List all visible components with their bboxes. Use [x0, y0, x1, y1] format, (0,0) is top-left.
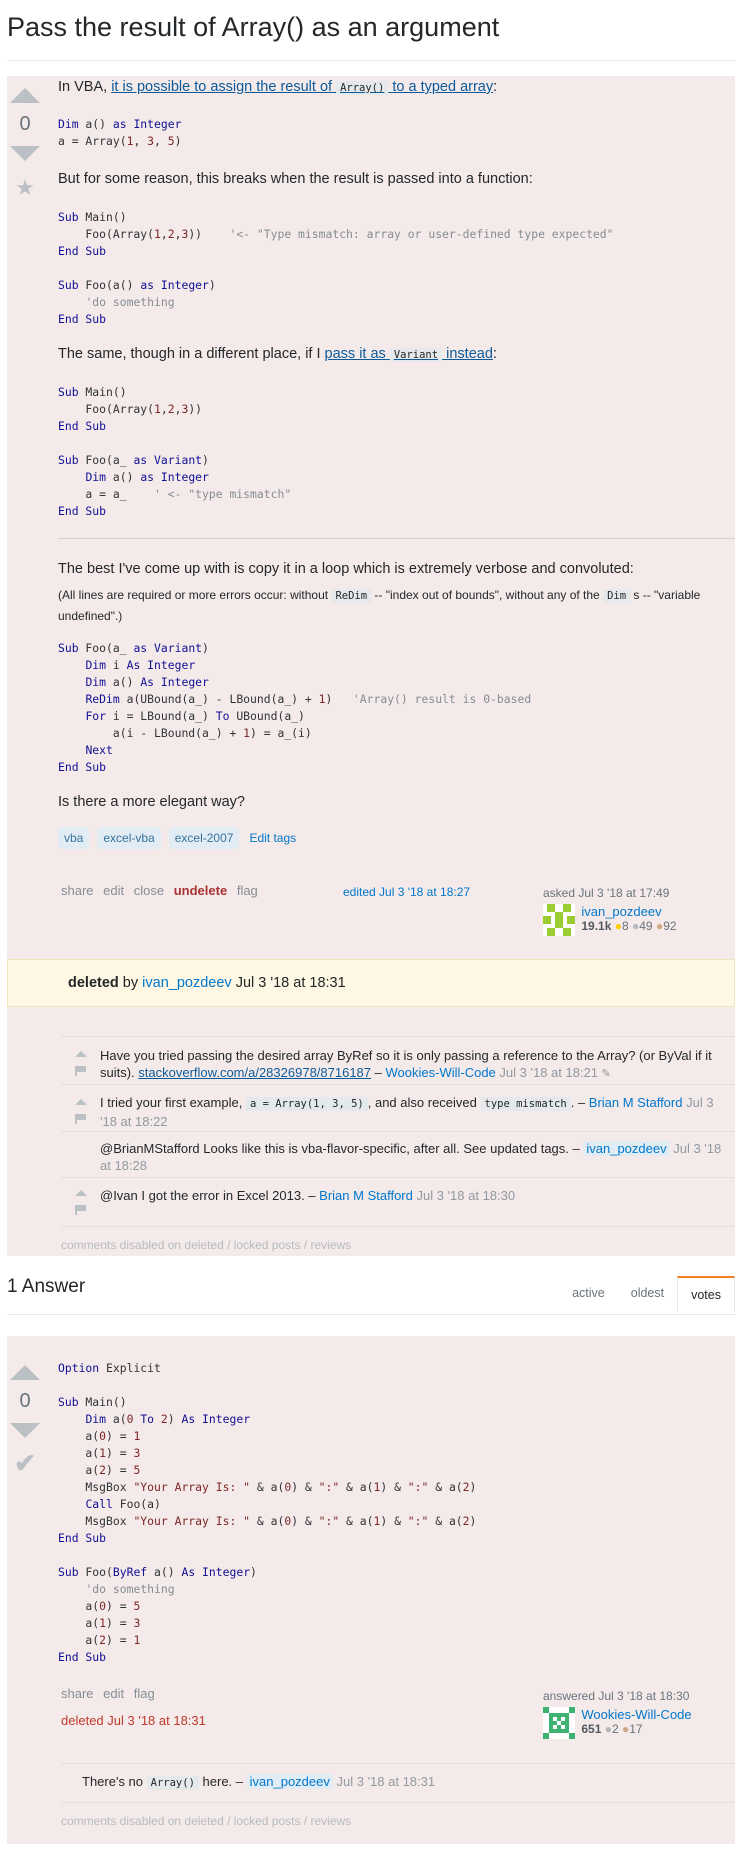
note-paragraph: (All lines are required or more errors o… — [58, 588, 701, 623]
code-block-2: Sub Main() Foo(Array(1,2,3)) '<- "Type m… — [58, 210, 614, 326]
gold-badge-icon: ● — [614, 919, 622, 933]
tag-vba[interactable]: vba — [58, 827, 90, 849]
downvote-icon[interactable] — [10, 1423, 40, 1438]
comment-upvote-icon[interactable] — [75, 1051, 87, 1057]
deleted-notice: deleted by ivan_pozdeev Jul 3 '18 at 18:… — [7, 959, 735, 1007]
close-link[interactable]: close — [134, 883, 164, 898]
share-link[interactable]: share — [61, 1686, 94, 1701]
tag-excel-2007[interactable]: excel-2007 — [168, 827, 240, 849]
owner-avatar[interactable] — [543, 1707, 575, 1739]
comment-1-date: Jul 3 '18 at 18:21 — [499, 1065, 599, 1080]
intro-paragraph: In VBA, it is possible to assign the res… — [58, 79, 498, 95]
vote-count: 0 — [19, 113, 31, 135]
owner-name[interactable]: ivan_pozdeev — [581, 904, 661, 919]
comment-1-user[interactable]: Wookies-Will-Code — [386, 1065, 496, 1080]
comments-disabled-notice: comments disabled on deleted / locked po… — [61, 1238, 352, 1252]
question-post-menu: share edit close undelete flag — [61, 883, 264, 898]
answers-divider — [7, 1314, 735, 1315]
variant-link[interactable]: pass it as Variant instead — [325, 346, 493, 362]
question-vote-cell: 0 ★ — [8, 88, 42, 201]
answer-deleted-time: deleted Jul 3 '18 at 18:31 — [61, 1713, 206, 1728]
code-block-3: Sub Main() Foo(Array(1,2,3)) End Sub Sub… — [58, 385, 292, 518]
paragraph-2: But for some reason, this breaks when th… — [58, 171, 533, 187]
code-block-4: Sub Foo(a_ as Variant) Dim i As Integer … — [58, 641, 532, 774]
owner-avatar[interactable] — [543, 904, 575, 936]
intro-link[interactable]: it is possible to assign the result of A… — [111, 79, 493, 95]
edit-pencil-icon[interactable]: ✎ — [602, 1068, 611, 1080]
answered-time: answered Jul 3 '18 at 18:30 — [543, 1689, 690, 1703]
undelete-link[interactable]: undelete — [174, 883, 227, 898]
deleted-by-user[interactable]: ivan_pozdeev — [142, 975, 232, 991]
comment-2-user[interactable]: Brian M Stafford — [589, 1095, 683, 1110]
comment-upvote-icon[interactable] — [75, 1190, 87, 1196]
downvote-icon[interactable] — [10, 146, 40, 161]
comment-3-user[interactable]: ivan_pozdeev — [583, 1141, 670, 1156]
paragraph-5: Is there a more elegant way? — [58, 794, 245, 810]
comment-flag-icon[interactable] — [75, 1114, 87, 1124]
code-block-1: Dim a() as Integer a = Array(1, 3, 5) — [58, 117, 182, 148]
comment-flag-icon[interactable] — [75, 1205, 87, 1215]
paragraph-4: The best I've come up with is copy it in… — [58, 561, 634, 577]
reputation: 651 — [581, 1722, 602, 1736]
upvote-icon[interactable] — [10, 1365, 40, 1380]
edited-link[interactable]: edited Jul 3 '18 at 18:27 — [343, 885, 470, 899]
comment-1: Have you tried passing the desired array… — [100, 1048, 712, 1080]
answer-comment-user[interactable]: ivan_pozdeev — [246, 1774, 333, 1789]
answer-comment-date: Jul 3 '18 at 18:31 — [336, 1774, 436, 1789]
question-title[interactable]: Pass the result of Array() as an argumen… — [7, 12, 499, 43]
paragraph-3: The same, though in a different place, i… — [58, 346, 497, 362]
variant-link-code: Variant — [389, 348, 443, 362]
edit-tags-link[interactable]: Edit tags — [247, 827, 298, 849]
comment-4-user[interactable]: Brian M Stafford — [319, 1188, 413, 1203]
answer-post-menu: share edit flag — [61, 1686, 161, 1701]
intro-link-code: Array() — [336, 81, 389, 95]
tag-list: vba excel-vba excel-2007 Edit tags — [58, 827, 298, 849]
intro-prefix: In VBA, — [58, 79, 108, 95]
flag-link[interactable]: flag — [237, 883, 258, 898]
tag-excel-vba[interactable]: excel-vba — [97, 827, 161, 849]
question-owner-card: asked Jul 3 '18 at 17:49 ivan_pozdeev 19… — [543, 886, 677, 936]
comment-1-actions — [75, 1051, 89, 1076]
comment-2: I tried your first example, a = Array(1,… — [100, 1095, 714, 1129]
answer-code-block: Option Explicit Sub Main() Dim a(0 To 2)… — [58, 1361, 477, 1664]
answer-vote-cell: 0 ✔ — [8, 1365, 42, 1479]
comment-4: @Ivan I got the error in Excel 2013. – B… — [100, 1188, 516, 1203]
comments-top-divider — [61, 1036, 735, 1037]
reputation: 19.1k — [581, 919, 612, 933]
upvote-icon[interactable] — [10, 88, 40, 103]
edit-link[interactable]: edit — [103, 883, 124, 898]
tab-votes[interactable]: votes — [677, 1276, 735, 1313]
edit-link[interactable]: edit — [103, 1686, 124, 1701]
comment-2-actions — [75, 1099, 89, 1124]
silver-badge-icon: ● — [604, 1722, 612, 1736]
question-inner-divider — [58, 538, 735, 539]
title-divider — [7, 60, 735, 61]
comment-3: @BrianMStafford Looks like this is vba-f… — [100, 1141, 722, 1173]
owner-name[interactable]: Wookies-Will-Code — [581, 1707, 691, 1722]
tab-active[interactable]: active — [559, 1276, 618, 1313]
comment-flag-icon[interactable] — [75, 1066, 87, 1076]
answer-comment: There's no Array() here. – ivan_pozdeev … — [82, 1774, 436, 1790]
favorite-star-icon[interactable]: ★ — [8, 175, 42, 201]
comment-1-link[interactable]: stackoverflow.com/a/28326978/8716187 — [138, 1065, 371, 1080]
share-link[interactable]: share — [61, 883, 94, 898]
comments-disabled-notice: comments disabled on deleted / locked po… — [61, 1814, 352, 1828]
answer-owner-card: answered Jul 3 '18 at 18:30 Wookies-Will… — [543, 1689, 692, 1739]
comment-upvote-icon[interactable] — [75, 1099, 87, 1105]
accept-check-icon[interactable]: ✔ — [8, 1448, 42, 1479]
asked-time: asked Jul 3 '18 at 17:49 — [543, 886, 670, 900]
vote-count: 0 — [19, 1390, 31, 1412]
answer-sort-tabs: active oldest votes — [559, 1276, 735, 1313]
comment-4-date: Jul 3 '18 at 18:30 — [416, 1188, 516, 1203]
flag-link[interactable]: flag — [134, 1686, 155, 1701]
answers-count-header: 1 Answer — [7, 1276, 86, 1297]
tab-oldest[interactable]: oldest — [618, 1276, 677, 1313]
comment-4-actions — [75, 1190, 89, 1215]
